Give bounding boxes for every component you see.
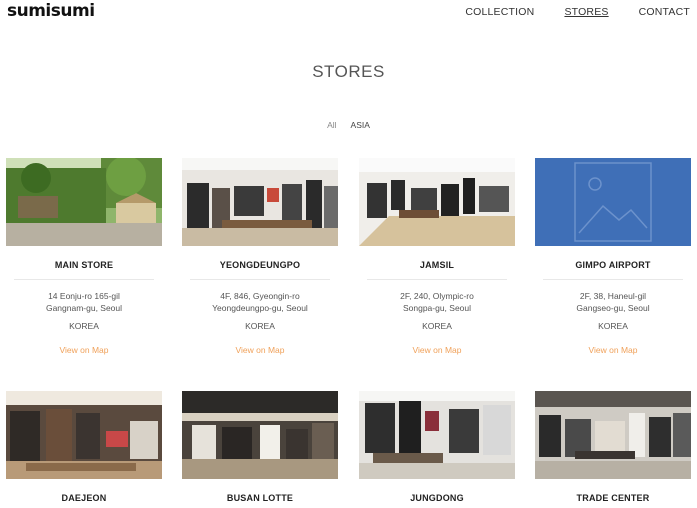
store-card: MAIN STORE 14 Eonju-ro 165-gil Gangnam-g… [6,158,162,355]
logo[interactable]: sumisumi [7,1,95,21]
store-card: BUSAN LOTTE [182,391,338,503]
nav-collection[interactable]: COLLECTION [465,6,534,18]
divider [14,279,154,280]
store-card: JUNGDONG [359,391,515,503]
filter-all[interactable]: All [327,120,336,130]
store-card: DAEJEON [6,391,162,503]
store-name: GIMPO AIRPORT [575,260,651,270]
filter-asia[interactable]: ASIA [351,120,370,130]
store-country: KOREA [69,321,99,331]
store-name: DAEJEON [61,493,107,503]
store-name: MAIN STORE [54,260,114,270]
store-country: KOREA [598,321,628,331]
store-card: YEONGDEUNGPO 4F, 846, Gyeongin-ro Yeongd… [182,158,338,355]
store-image-trade-center[interactable] [535,391,691,479]
store-image-busan-lotte[interactable] [182,391,338,479]
view-on-map-link[interactable]: View on Map [182,345,338,355]
store-country: KOREA [245,321,275,331]
store-image-jamsil[interactable] [359,158,515,246]
divider [367,279,507,280]
store-name: TRADE CENTER [576,493,650,503]
store-name: YEONGDEUNGPO [219,260,301,270]
store-name: BUSAN LOTTE [226,493,294,503]
store-name: JAMSIL [419,260,455,270]
view-on-map-link[interactable]: View on Map [359,345,515,355]
page-title: STORES [312,62,385,81]
store-address: 14 Eonju-ro 165-gil Gangnam-gu, Seoul [45,291,123,313]
store-address: 4F, 846, Gyeongin-ro Yeongdeungpo-gu, Se… [212,291,308,313]
image-placeholder-icon [535,158,691,246]
store-image-yeongdeungpo[interactable] [182,158,338,246]
nav-contact[interactable]: CONTACT [639,6,690,18]
divider [190,279,330,280]
view-on-map-link[interactable]: View on Map [6,345,162,355]
store-name: JUNGDONG [410,493,464,503]
store-image-jungdong[interactable] [359,391,515,479]
store-card: TRADE CENTER [535,391,691,503]
view-on-map-link[interactable]: View on Map [535,345,691,355]
store-image-main-store[interactable] [6,158,162,246]
nav-stores[interactable]: STORES [564,6,608,18]
store-country: KOREA [422,321,452,331]
region-filter: All ASIA [0,120,697,130]
store-address: 2F, 38, Haneul-gil Gangseo-gu, Seoul [576,291,650,313]
store-card: JAMSIL 2F, 240, Olympic-ro Songpa-gu, Se… [359,158,515,355]
store-image-daejeon[interactable] [6,391,162,479]
divider [543,279,683,280]
store-image-gimpo-airport[interactable] [535,158,691,246]
main-nav: COLLECTION STORES CONTACT [465,6,690,18]
store-card: GIMPO AIRPORT 2F, 38, Haneul-gil Gangseo… [535,158,691,355]
store-address: 2F, 240, Olympic-ro Songpa-gu, Seoul [400,291,474,313]
